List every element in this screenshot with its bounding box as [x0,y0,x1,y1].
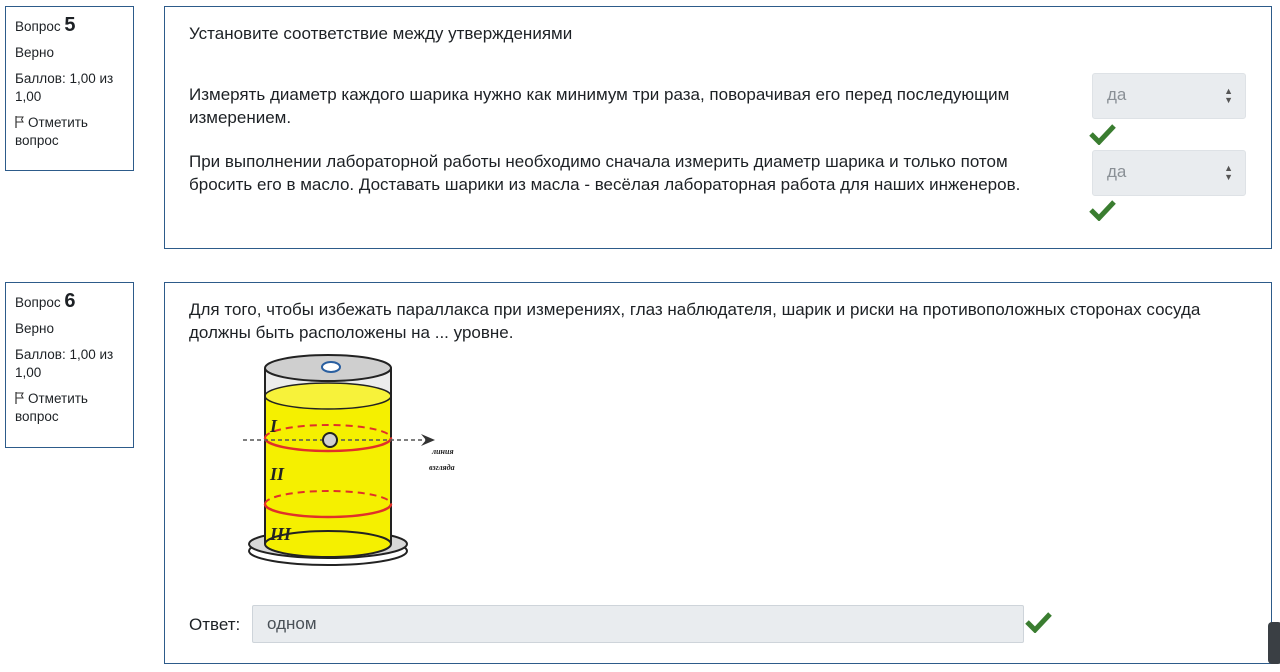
flag-question-label: Отметить вопрос [15,115,88,148]
scrollbar-thumb[interactable] [1268,622,1280,664]
sightline-caption-1: линия [431,447,454,456]
sightline-caption-2: взгляда [429,463,455,472]
match-statement-2: При выполнении лабораторной работы необх… [189,152,1021,194]
question-text: Для того, чтобы избежать параллакса при … [189,300,1201,342]
question-label: Вопрос [15,19,61,34]
flag-icon [15,392,24,404]
cylinder-figure: I II III линия взгляда [243,354,455,566]
correct-check-icon [1025,612,1052,633]
question-content-6: Для того, чтобы избежать параллакса при … [164,282,1272,664]
select-value: да [1107,162,1127,181]
flag-icon [15,116,24,128]
question-info-5: Вопрос 5 Верно Баллов: 1,00 из 1,00 Отме… [5,6,134,171]
question-number-value: 5 [64,14,76,36]
select-caret-icon: ▲ ▼ [1224,163,1233,182]
answer-input[interactable]: одном [252,605,1024,643]
zone-label-3: III [269,524,292,544]
question-grade: Баллов: 1,00 из 1,00 [15,347,114,380]
flag-question-label: Отметить вопрос [15,391,88,424]
match-select-1[interactable]: да ▲ ▼ [1092,73,1246,119]
match-select-2[interactable]: да ▲ ▼ [1092,150,1246,196]
zone-label-2: II [269,464,285,484]
question-state: Верно [15,321,54,336]
correct-check-icon [1089,200,1116,221]
match-statement-1: Измерять диаметр каждого шарика нужно ка… [189,85,1010,127]
question-label: Вопрос [15,295,61,310]
question-grade: Баллов: 1,00 из 1,00 [15,71,114,104]
answer-label: Ответ: [189,615,241,634]
question-text: Установите соответствие между утверждени… [189,24,573,43]
select-caret-icon: ▲ ▼ [1224,86,1233,105]
question-number: Вопрос 6 [15,290,124,312]
question-number-value: 6 [64,290,76,312]
question-state: Верно [15,45,54,60]
flag-question-link[interactable]: Отметить вопрос [15,390,124,426]
select-value: да [1107,85,1127,104]
zone-label-1: I [269,416,278,436]
question-info-6: Вопрос 6 Верно Баллов: 1,00 из 1,00 Отме… [5,282,134,448]
question-number: Вопрос 5 [15,14,124,36]
question-content-5: Установите соответствие между утверждени… [164,6,1272,249]
correct-check-icon [1089,124,1116,145]
flag-question-link[interactable]: Отметить вопрос [15,114,124,150]
